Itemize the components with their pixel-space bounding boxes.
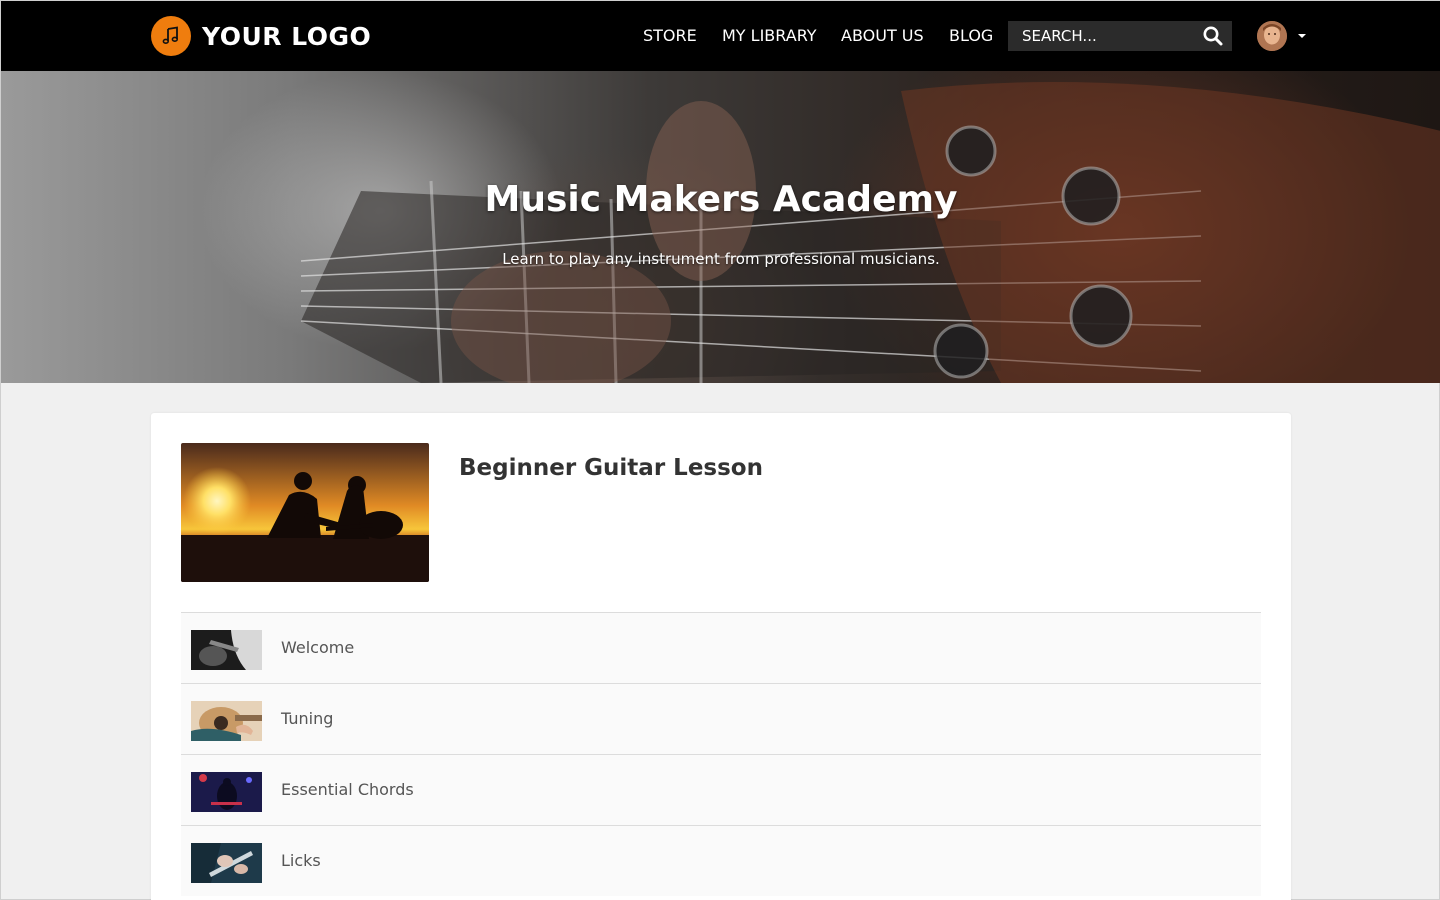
lesson-item-essential-chords[interactable]: Essential Chords [181, 754, 1261, 825]
guitar-background-image [300, 82, 1440, 383]
lesson-list: Welcome Tuning Essential Chords Licks [181, 612, 1261, 896]
welcome-thumbnail-image [191, 630, 262, 670]
nav-link-my-library[interactable]: MY LIBRARY [722, 25, 817, 47]
lesson-item-tuning[interactable]: Tuning [181, 683, 1261, 754]
course-title: Beginner Guitar Lesson [459, 455, 763, 481]
lesson-thumbnail [191, 843, 262, 883]
site-logo[interactable]: YOUR LOGO [151, 16, 371, 56]
hero-subtitle: Learn to play any instrument from profes… [502, 250, 940, 268]
essential-chords-thumbnail-image [191, 772, 262, 812]
hero-banner: Music Makers Academy Learn to play any i… [1, 71, 1440, 383]
search-input[interactable] [1008, 21, 1198, 51]
search-box [1008, 21, 1232, 51]
course-card: Beginner Guitar Lesson Welcome Tuning Es… [151, 413, 1291, 900]
lesson-item-licks[interactable]: Licks [181, 825, 1261, 896]
caret-down-icon[interactable] [1298, 34, 1306, 38]
nav-link-blog[interactable]: BLOG [949, 25, 993, 47]
sunset-guitarists-image [181, 443, 429, 582]
lesson-thumbnail [191, 772, 262, 812]
logo-text: YOUR LOGO [202, 21, 372, 51]
lesson-label: Essential Chords [281, 780, 414, 799]
avatar-image [1257, 21, 1287, 51]
user-avatar[interactable] [1257, 21, 1287, 51]
course-thumbnail[interactable] [181, 443, 429, 582]
hero-title: Music Makers Academy [484, 179, 958, 220]
licks-thumbnail-image [191, 843, 262, 883]
lesson-thumbnail [191, 630, 262, 670]
lesson-label: Tuning [281, 709, 334, 728]
nav-link-about-us[interactable]: ABOUT US [841, 25, 924, 47]
search-glyph [1203, 26, 1223, 46]
nav-link-store[interactable]: STORE [643, 25, 697, 47]
music-note-glyph [162, 26, 178, 45]
top-navigation-bar: YOUR LOGO STORE MY LIBRARY ABOUT US BLOG [1, 1, 1440, 71]
lesson-item-welcome[interactable]: Welcome [181, 612, 1261, 683]
search-icon[interactable] [1202, 25, 1224, 47]
tuning-thumbnail-image [191, 701, 262, 741]
lesson-thumbnail [191, 701, 262, 741]
lesson-label: Welcome [281, 638, 355, 657]
music-note-icon [151, 16, 191, 56]
lesson-label: Licks [281, 851, 321, 870]
